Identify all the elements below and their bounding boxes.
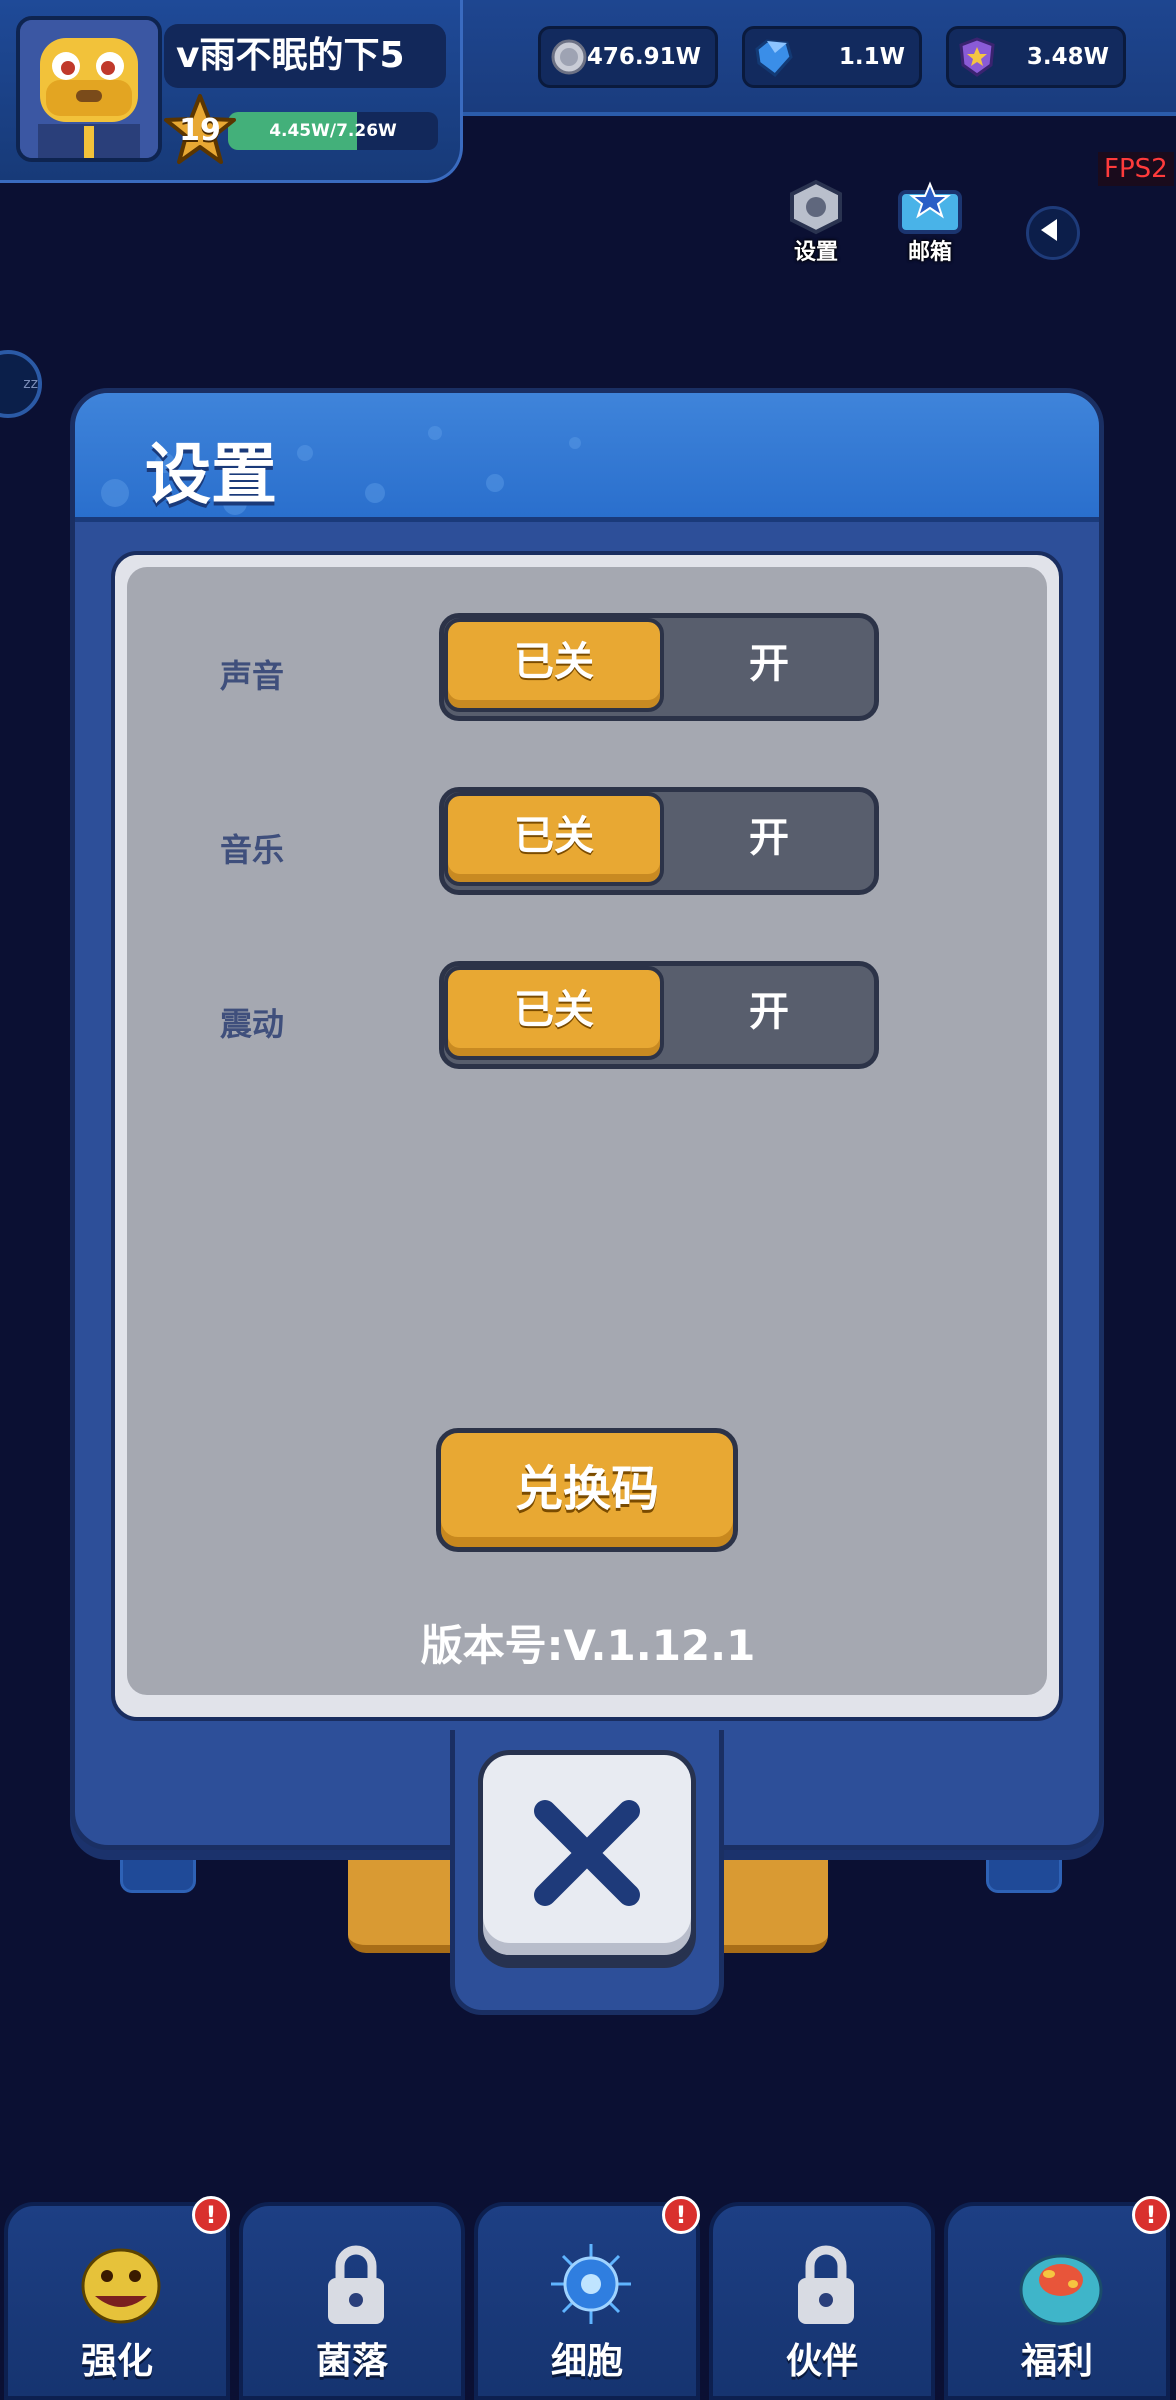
music-toggle[interactable]: 已关 开 bbox=[439, 787, 879, 895]
music-toggle-on[interactable]: 开 bbox=[664, 792, 874, 890]
close-icon bbox=[534, 1800, 640, 1906]
nav-partner-label: 伙伴 bbox=[785, 2341, 858, 2382]
sound-toggle-on[interactable]: 开 bbox=[664, 618, 874, 716]
nav-colony[interactable]: 菌落 bbox=[239, 2202, 465, 2400]
nav-welfare-label: 福利 bbox=[1020, 2341, 1093, 2382]
vibration-toggle[interactable]: 已关 开 bbox=[439, 961, 879, 1069]
nav-cell-label: 细胞 bbox=[550, 2341, 623, 2382]
silver-coin-icon bbox=[551, 39, 587, 75]
currency-gem-value: 1.1W bbox=[838, 44, 905, 70]
lock-icon bbox=[328, 2245, 384, 2324]
collapse-button[interactable] bbox=[1026, 206, 1080, 260]
side-idle-button[interactable]: zz bbox=[0, 350, 42, 418]
player-name: v雨不眠的下5 bbox=[164, 24, 446, 88]
blue-gem-icon bbox=[755, 39, 793, 78]
settings-label: 设置 bbox=[793, 240, 838, 265]
blue-cell-icon bbox=[551, 2244, 631, 2324]
currency-silver-value: 476.91W bbox=[586, 44, 701, 70]
nav-partner[interactable]: 伙伴 bbox=[709, 2202, 935, 2400]
version-text: 版本号:V.1.12.1 bbox=[420, 1621, 756, 1670]
player-avatar[interactable] bbox=[16, 16, 162, 162]
nav-welfare[interactable]: 福利 ! bbox=[944, 2196, 1170, 2400]
settings-button[interactable]: 设置 bbox=[776, 178, 856, 268]
vibration-label: 震动 bbox=[219, 1005, 284, 1043]
currency-silver[interactable]: 476.91W bbox=[538, 26, 718, 88]
currency-gem[interactable]: 1.1W bbox=[742, 26, 922, 88]
nav-upgrade-label: 强化 bbox=[80, 2341, 153, 2382]
nav-upgrade[interactable]: 强化 ! bbox=[4, 2196, 230, 2400]
fps-counter: FPS2 bbox=[1098, 152, 1174, 186]
nav-cell[interactable]: 细胞 ! bbox=[474, 2196, 700, 2400]
arrow-left-icon bbox=[1041, 219, 1057, 241]
profile-panel[interactable]: v雨不眠的下5 4.45W/7.26W 19 bbox=[0, 0, 463, 183]
gear-nut-icon bbox=[790, 179, 842, 235]
sound-label: 声音 bbox=[219, 657, 284, 695]
nav-upgrade-badge: ! bbox=[192, 2196, 230, 2234]
currency-badge-value: 3.48W bbox=[1026, 44, 1109, 70]
sound-toggle-off[interactable]: 已关 bbox=[444, 618, 664, 712]
close-button[interactable] bbox=[478, 1750, 696, 1960]
currency-badge[interactable]: 3.48W bbox=[946, 26, 1126, 88]
nav-cell-badge: ! bbox=[662, 2196, 700, 2234]
dialog-title: 设置 bbox=[145, 436, 277, 513]
vibration-toggle-on[interactable]: 开 bbox=[664, 966, 874, 1064]
exp-bar: 4.45W/7.26W bbox=[228, 112, 438, 150]
star-badge-icon bbox=[959, 37, 995, 77]
sound-toggle[interactable]: 已关 开 bbox=[439, 613, 879, 721]
nav-colony-label: 菌落 bbox=[315, 2341, 388, 2382]
dialog-header: 设置 bbox=[75, 393, 1099, 522]
redeem-code-button[interactable]: 兑换码 bbox=[436, 1428, 738, 1552]
yellow-creature-icon bbox=[81, 2248, 161, 2324]
exp-text: 4.45W/7.26W bbox=[269, 121, 397, 141]
lock-icon bbox=[798, 2245, 854, 2324]
gift-egg-icon bbox=[1019, 2254, 1103, 2326]
music-label: 音乐 bbox=[219, 831, 284, 869]
mailbox-label: 邮箱 bbox=[907, 240, 952, 265]
mailbox-icon bbox=[898, 181, 962, 234]
nav-welfare-badge: ! bbox=[1132, 2196, 1170, 2234]
mailbox-button[interactable]: 邮箱 bbox=[890, 178, 970, 268]
music-toggle-off[interactable]: 已关 bbox=[444, 792, 664, 886]
player-level: 19 bbox=[179, 113, 221, 148]
vibration-toggle-off[interactable]: 已关 bbox=[444, 966, 664, 1060]
